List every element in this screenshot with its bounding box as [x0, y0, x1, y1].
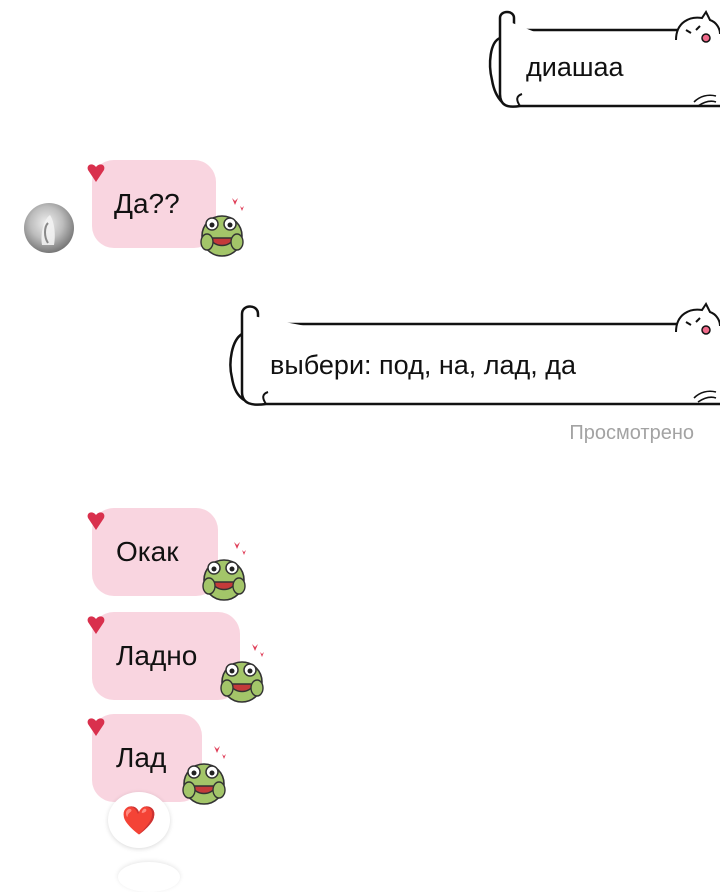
cat-doodle-icon: [670, 10, 720, 59]
heart-corner-icon: [86, 614, 106, 641]
outgoing-message-2[interactable]: выбери: под, на, лад, да: [224, 300, 720, 410]
incoming-message-text: Окак: [116, 536, 179, 567]
incoming-message-text: Ладно: [116, 640, 198, 671]
cat-doodle-icon: [670, 302, 720, 351]
incoming-message-text: Лад: [116, 742, 167, 773]
frog-sticker-icon: [218, 642, 268, 711]
frog-sticker-icon: [200, 540, 250, 609]
heart-reaction[interactable]: ❤️: [108, 792, 170, 848]
outgoing-message-1[interactable]: диашаа: [480, 8, 720, 112]
outgoing-message-text: выбери: под, на, лад, да: [270, 350, 577, 380]
seen-status: Просмотрено: [569, 422, 694, 444]
cat-paw-icon: [692, 88, 718, 113]
avatar[interactable]: [24, 203, 74, 253]
next-message-partial: [118, 862, 180, 892]
heart-corner-icon: [86, 510, 106, 537]
heart-corner-icon: [86, 716, 106, 743]
cat-paw-icon: [692, 384, 718, 409]
heart-reaction-icon: ❤️: [121, 804, 157, 836]
frog-sticker-icon: [198, 196, 248, 265]
outgoing-message-text: диашаа: [526, 52, 624, 82]
heart-corner-icon: [86, 162, 106, 189]
frog-sticker-icon: [180, 744, 230, 813]
incoming-message-text: Да??: [114, 188, 180, 219]
